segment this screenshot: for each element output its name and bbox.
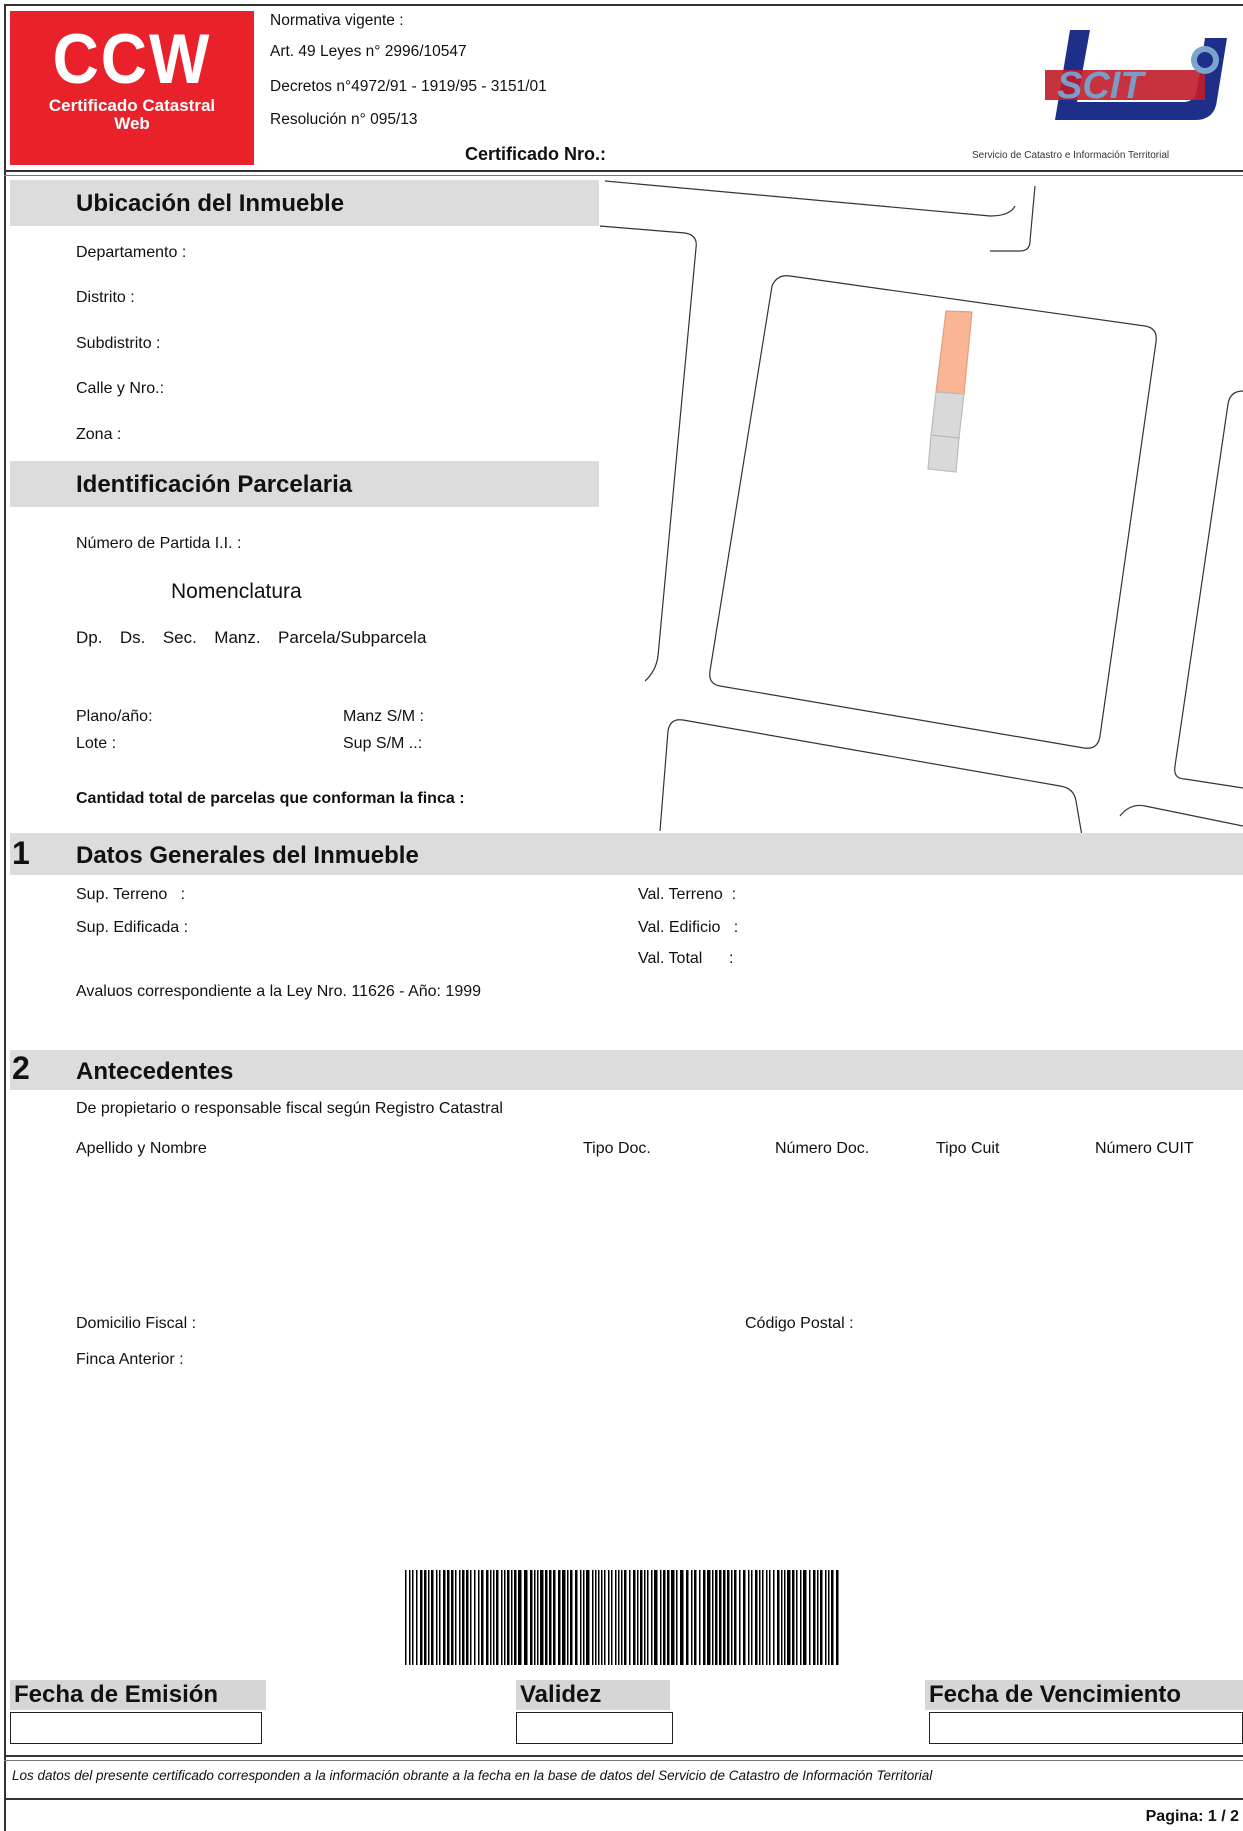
- frame-left: [4, 4, 6, 1831]
- lote-label: Lote :: [76, 735, 117, 752]
- normativa-line-4: Resolución n° 095/13: [270, 111, 418, 128]
- normativa-line-2: Art. 49 Leyes n° 2996/10547: [270, 43, 467, 60]
- fecha-vencimiento-box: [929, 1712, 1243, 1744]
- col-apellido-nombre: Apellido y Nombre: [76, 1140, 207, 1157]
- footer-divider-2: [4, 1760, 1243, 1761]
- parcel-map: [590, 176, 1243, 837]
- identificacion-title: Identificación Parcelaria: [76, 471, 353, 498]
- footer-divider: [4, 1755, 1243, 1757]
- disclaimer-text: Los datos del presente certificado corre…: [12, 1768, 933, 1783]
- ccw-logo: CCW Certificado Catastral Web: [10, 11, 254, 165]
- fecha-vencimiento-label: Fecha de Vencimiento: [925, 1680, 1243, 1710]
- manz-sm-label: Manz S/M :: [343, 708, 424, 725]
- col-numero-doc: Número Doc.: [775, 1140, 870, 1157]
- sup-terreno-label: Sup. Terreno :: [76, 886, 186, 903]
- val-total-label: Val. Total :: [638, 950, 734, 967]
- footer-divider-3: [4, 1798, 1243, 1800]
- header-divider: [4, 170, 1243, 172]
- barcode-graphic: [405, 1570, 839, 1665]
- subdistrito-label: Subdistrito :: [76, 335, 161, 352]
- ccw-logo-text: CCW: [52, 19, 212, 99]
- col-tipo-cuit: Tipo Cuit: [936, 1140, 1000, 1157]
- svg-text:SCIT: SCIT: [1057, 65, 1146, 107]
- scit-logo: SCIT: [965, 20, 1243, 135]
- ccw-logo-subtitle: Certificado Catastral: [48, 96, 216, 115]
- zona-label: Zona :: [76, 426, 122, 443]
- domicilio-fiscal-label: Domicilio Fiscal :: [76, 1315, 197, 1332]
- page-number: Pagina: 1 / 2: [1145, 1808, 1239, 1825]
- col-numero-cuit: Número CUIT: [1095, 1140, 1194, 1157]
- distrito-label: Distrito :: [76, 289, 135, 306]
- validez-box: [516, 1712, 673, 1744]
- validez-label: Validez: [516, 1680, 670, 1710]
- ubicacion-title: Ubicación del Inmueble: [76, 190, 345, 217]
- antecedentes-number: 2: [12, 1050, 30, 1086]
- scit-logo-graphic: SCIT: [1045, 30, 1227, 120]
- avaluos-label: Avaluos correspondiente a la Ley Nro. 11…: [76, 983, 482, 1000]
- plano-label: Plano/año:: [76, 708, 153, 725]
- nomenclatura-label: Nomenclatura: [171, 580, 302, 603]
- val-edificio-label: Val. Edificio :: [638, 919, 739, 936]
- fecha-emision-box: [10, 1712, 262, 1744]
- sup-edificada-label: Sup. Edificada :: [76, 919, 189, 936]
- col-tipo-doc: Tipo Doc.: [583, 1140, 651, 1157]
- datos-generales-title: Datos Generales del Inmueble: [76, 842, 419, 869]
- partida-label: Número de Partida I.I. :: [76, 535, 242, 552]
- scit-logo-caption: Servicio de Catastro e Información Terri…: [972, 150, 1170, 161]
- sup-sm-label: Sup S/M ..:: [343, 735, 423, 752]
- departamento-label: Departamento :: [76, 244, 187, 261]
- antecedentes-subtitle: De propietario o responsable fiscal segú…: [76, 1100, 503, 1117]
- normativa-line-3: Decretos n°4972/91 - 1919/95 - 3151/01: [270, 78, 547, 95]
- finca-anterior-label: Finca Anterior :: [76, 1351, 184, 1368]
- parcel-map-svg: [599, 180, 1243, 837]
- ccw-logo-subtitle-2: Web: [114, 114, 150, 133]
- certificado-nro-label: Certificado Nro.:: [465, 144, 607, 164]
- val-terreno-label: Val. Terreno :: [638, 886, 737, 903]
- nomenclatura-columns: Dp. Ds. Sec. Manz. Parcela/Subparcela: [76, 628, 427, 647]
- calle-nro-label: Calle y Nro.:: [76, 380, 165, 397]
- datos-generales-number: 1: [12, 835, 30, 871]
- fecha-emision-label: Fecha de Emisión: [10, 1680, 266, 1710]
- barcode: [405, 1570, 845, 1665]
- antecedentes-title: Antecedentes: [76, 1058, 234, 1085]
- codigo-postal-label: Código Postal :: [745, 1315, 854, 1332]
- cantidad-parcelas-label: Cantidad total de parcelas que conforman…: [76, 790, 465, 807]
- frame-top: [4, 4, 1243, 6]
- normativa-line-1: Normativa vigente :: [270, 12, 404, 29]
